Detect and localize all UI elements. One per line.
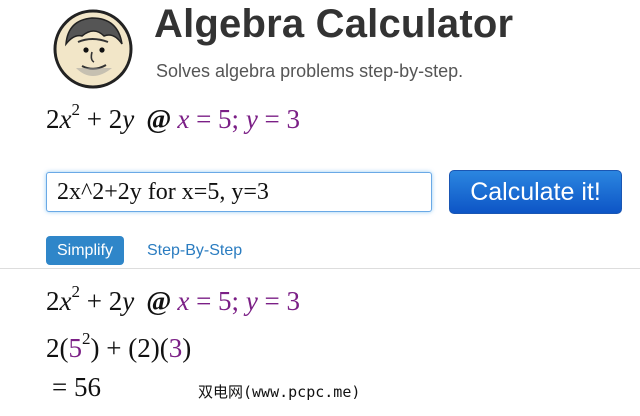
r1-b-eq: = — [257, 286, 287, 316]
r1-b-val: 3 — [286, 286, 301, 316]
watermark-text: 双电网(www.pcpc.me) — [198, 383, 361, 401]
r1-a-var: x — [177, 286, 190, 316]
result-tabs: Simplify Step-By-Step — [0, 236, 640, 269]
answer-value: 56 — [73, 372, 101, 402]
preview-var1: x — [59, 104, 72, 134]
r1-a-eq: = — [189, 286, 219, 316]
r2-p1: 2( — [46, 333, 69, 363]
r2-val: 3 — [168, 333, 183, 363]
preview-a-eq: = — [189, 104, 219, 134]
r1-a-val: 5 — [218, 286, 232, 316]
app-title: Algebra Calculator — [154, 2, 514, 46]
preview-a-val: 5 — [218, 104, 232, 134]
preview-plus: + — [79, 104, 109, 134]
preview-coef2: 2 — [108, 104, 123, 134]
r2-base: 5 — [68, 333, 83, 363]
r1-at: @ — [146, 286, 172, 316]
r2-p2: ) + (2)( — [90, 333, 169, 363]
r1-coef1: 2 — [46, 286, 60, 316]
r3-eq: = — [52, 372, 74, 402]
result-line-expression: 2x2 + 2y @ x = 5; y = 3 — [46, 283, 301, 317]
result-line-substitution: 2(52) + (2)(3) — [46, 330, 192, 364]
preview-a-var: x — [177, 104, 190, 134]
expression-input[interactable] — [46, 172, 432, 212]
mascot-logo — [53, 9, 133, 89]
preview-coef1: 2 — [46, 104, 60, 134]
r1-sep: ; — [231, 286, 246, 316]
r1-coef2: 2 — [108, 286, 123, 316]
preview-at: @ — [146, 104, 172, 134]
r1-exp1: 2 — [71, 282, 80, 301]
preview-sep: ; — [231, 104, 246, 134]
tab-simplify[interactable]: Simplify — [46, 236, 125, 265]
r1-b-var: y — [245, 286, 258, 316]
r1-var2: y — [122, 286, 135, 316]
tab-step-by-step[interactable]: Step-By-Step — [147, 236, 242, 265]
preview-b-var: y — [245, 104, 258, 134]
r2-p3: ) — [182, 333, 192, 363]
result-line-answer: = 56 — [52, 372, 101, 403]
expression-preview: 2x2 + 2y @ x = 5; y = 3 — [46, 101, 301, 135]
app-subtitle: Solves algebra problems step-by-step. — [156, 61, 464, 81]
preview-b-val: 3 — [286, 104, 301, 134]
preview-var2: y — [122, 104, 135, 134]
r1-plus: + — [79, 286, 109, 316]
preview-b-eq: = — [257, 104, 287, 134]
calculate-button[interactable]: Calculate it! — [449, 170, 622, 214]
r1-var1: x — [59, 286, 72, 316]
r2-exp: 2 — [82, 329, 91, 348]
preview-exp1: 2 — [71, 100, 80, 119]
